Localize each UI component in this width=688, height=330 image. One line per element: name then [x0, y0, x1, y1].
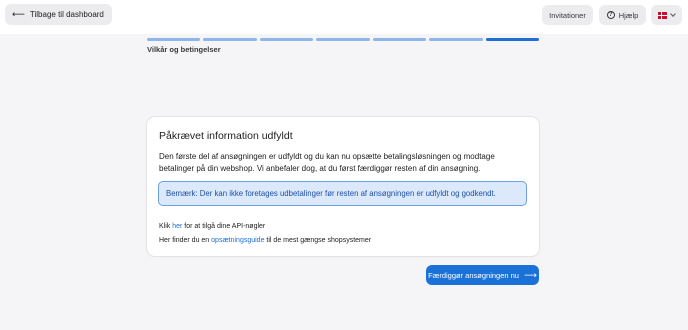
card-body: Den første del af ansøgningen er udfyldt…	[159, 152, 495, 173]
progress-step	[147, 38, 201, 41]
help-label: Hjælp	[618, 10, 639, 20]
question-circle-icon: ?	[606, 11, 615, 19]
progress-step	[316, 38, 370, 41]
setup-guide-prefix: Her finder du en	[159, 237, 212, 244]
api-keys-prefix: Klik	[159, 223, 173, 230]
invitations-button[interactable]: Invitationer	[542, 5, 593, 25]
setup-guide-suffix: til de mest gængse shopsystemer	[264, 237, 372, 244]
progress-step	[203, 38, 257, 41]
progress-step	[259, 38, 314, 41]
notice-box: Bemærk: Der kan ikke foretages udbetalin…	[158, 181, 527, 206]
denmark-flag-icon	[658, 11, 667, 19]
back-to-dashboard-button[interactable]: ⟵ Tilbage til dashboard	[5, 4, 112, 25]
notice-text: Bemærk: Der kan ikke foretages udbetalin…	[166, 189, 496, 198]
back-label: Tilbage til dashboard	[29, 10, 104, 19]
setup-guide-line: Her finder du en opsætningsguide til de …	[159, 237, 371, 244]
progress-step-active	[485, 38, 539, 41]
top-bar: ⟵ Tilbage til dashboard Invitationer ? H…	[0, 0, 688, 34]
progress-steps	[147, 38, 539, 41]
language-selector[interactable]	[651, 5, 682, 25]
complete-application-button[interactable]: Færdiggør ansøgningen nu ⟶	[426, 265, 539, 285]
api-keys-line: Klik her for at tilgå dine API-nøgler	[159, 223, 265, 230]
progress-step	[429, 38, 483, 41]
progress-step	[372, 38, 427, 41]
arrow-left-icon: ⟵	[12, 9, 25, 19]
card-title: Påkrævet information udfyldt	[159, 130, 293, 142]
api-keys-link[interactable]: her	[172, 223, 182, 230]
help-button[interactable]: ? Hjælp	[599, 5, 646, 25]
info-card: Påkrævet information udfyldt Den første …	[147, 117, 539, 256]
current-step-label: Vilkår og betingelser	[147, 45, 221, 54]
chevron-down-icon	[670, 11, 676, 17]
setup-guide-link[interactable]: opsætningsguide	[211, 237, 264, 244]
cta-label: Færdiggør ansøgningen nu	[428, 270, 519, 280]
api-keys-suffix: for at tilgå dine API-nøgler	[182, 223, 266, 230]
arrow-right-icon: ⟶	[523, 269, 537, 280]
invitations-label: Invitationer	[549, 10, 586, 20]
